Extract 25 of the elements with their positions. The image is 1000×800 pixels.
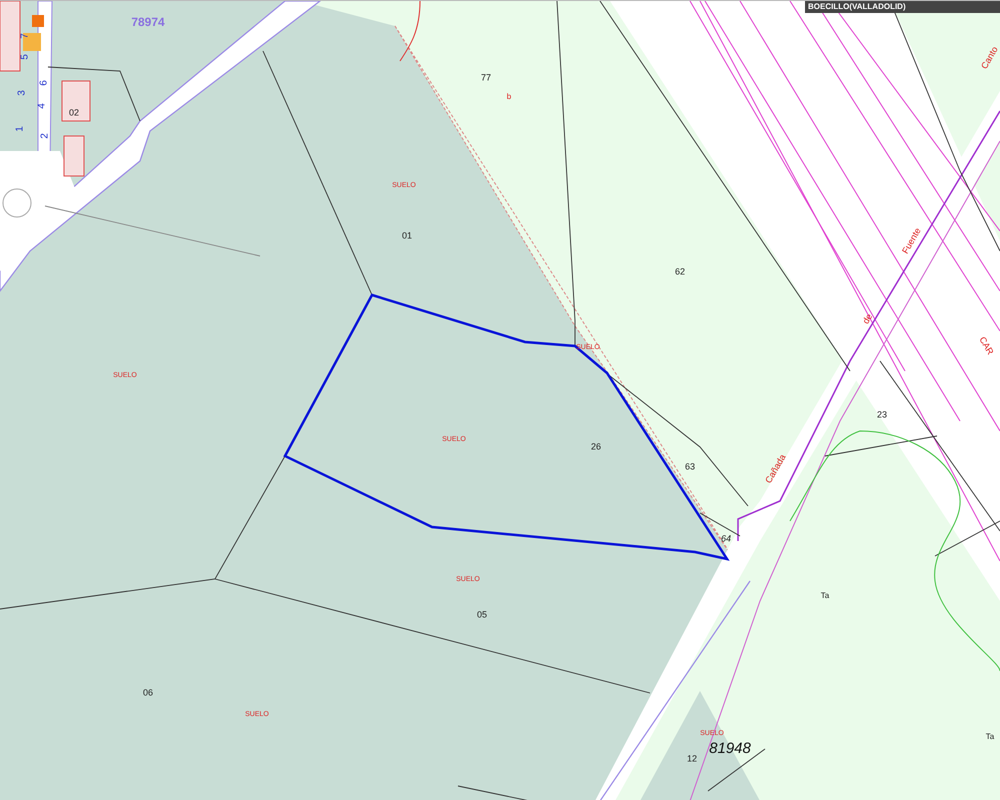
subparcel-label: Ta: [820, 591, 830, 600]
parcel-number: 62: [675, 266, 685, 276]
street-name: de: [860, 312, 874, 326]
block-number: 78974: [131, 15, 165, 30]
house-number: 3: [16, 90, 28, 96]
location-label: BOECILLO(VALLADOLID): [805, 1, 1000, 13]
house-number: 2: [40, 133, 51, 139]
parcel-number: 23: [877, 409, 887, 420]
parcel-number: 06: [143, 687, 153, 698]
house-number: 6: [38, 80, 50, 86]
parcel-number: 26: [591, 441, 601, 452]
parcel-number: 12: [687, 753, 697, 764]
parcel-number: 63: [685, 461, 695, 472]
subparcel-label: Ta: [986, 732, 994, 742]
parcel-number: 64: [721, 533, 731, 544]
parcel-number: 05: [477, 609, 487, 620]
house-number: 1: [14, 126, 26, 132]
parcel-number: 01: [402, 230, 412, 240]
parcel-number: 77: [481, 72, 491, 82]
house-number: 7: [20, 33, 31, 39]
block-number: 81948: [709, 740, 751, 757]
house-number: 4: [36, 103, 48, 109]
parcel-number: 02: [69, 107, 79, 118]
house-number: 5: [20, 54, 31, 60]
subparcel-letter: b: [506, 92, 512, 102]
